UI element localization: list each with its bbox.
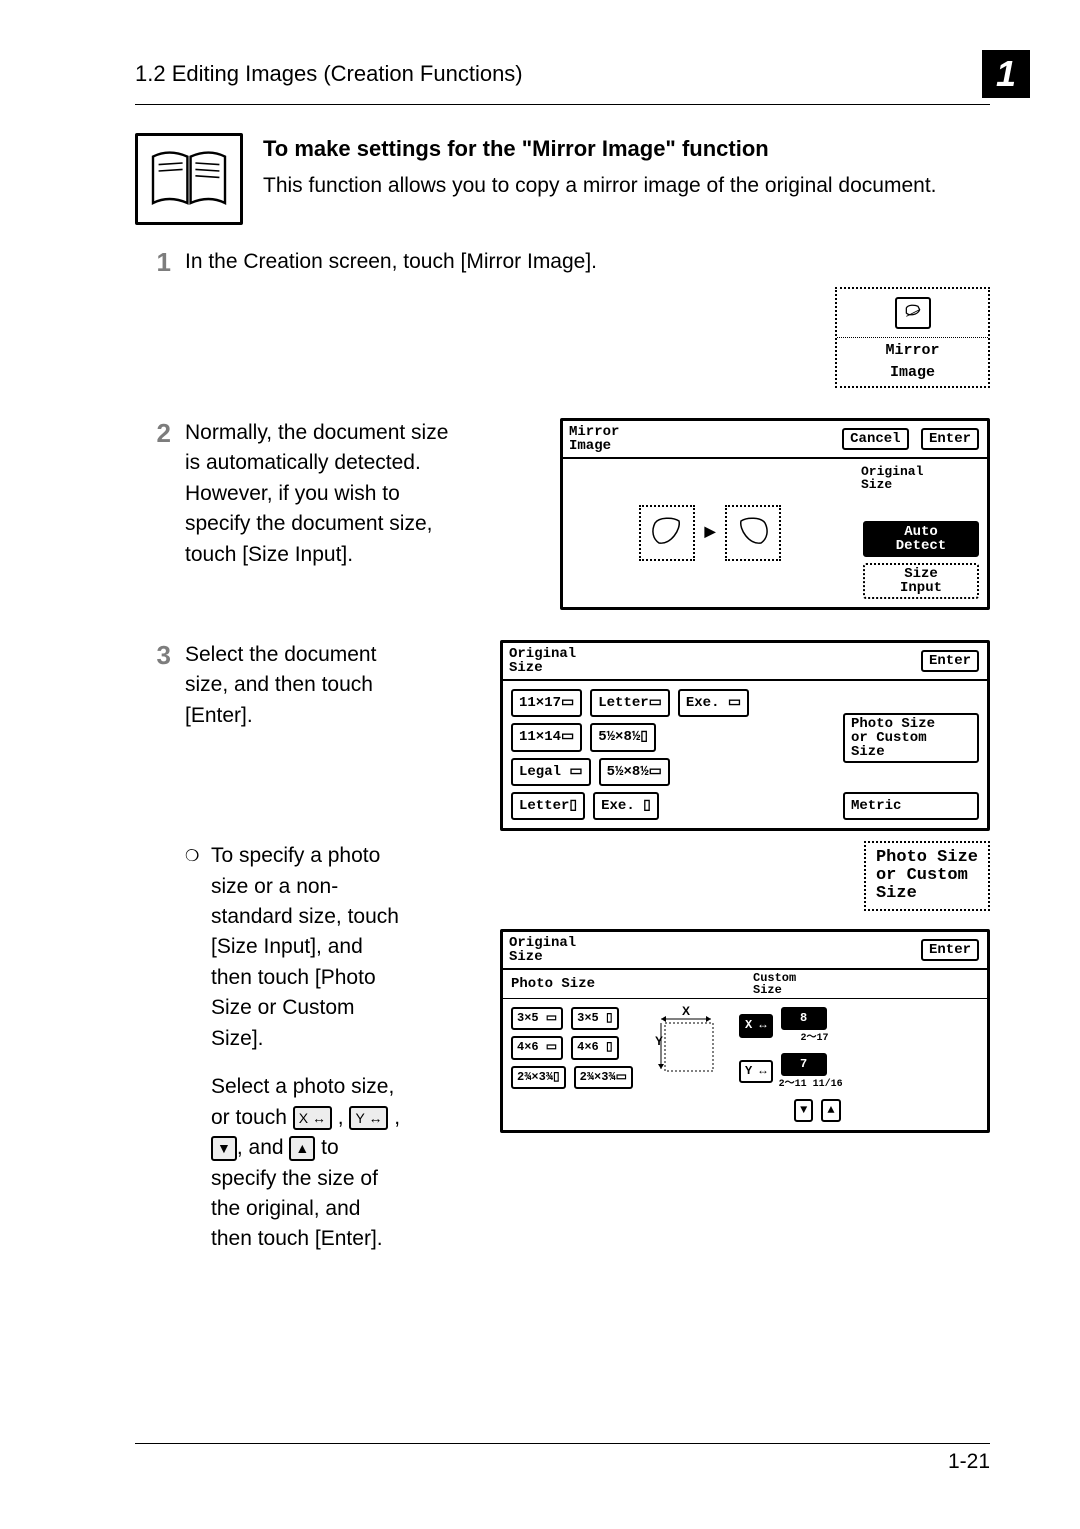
enter-button[interactable]: Enter: [921, 650, 979, 672]
custom-size-tab[interactable]: Custom Size: [745, 970, 987, 998]
x-value: 8: [781, 1007, 827, 1030]
section-description: This function allows you to copy a mirro…: [263, 171, 990, 201]
photo-size-button[interactable]: 3×5 ▯: [571, 1007, 618, 1030]
page-number: 1-21: [948, 1450, 990, 1473]
cancel-button[interactable]: Cancel: [842, 428, 908, 450]
decrement-button[interactable]: ▼: [794, 1099, 813, 1122]
enter-button[interactable]: Enter: [921, 939, 979, 961]
mirror-image-button-label: Mirror: [885, 342, 939, 359]
size-button[interactable]: Exe. ▯: [593, 792, 659, 820]
photo-size-tab[interactable]: Photo Size: [503, 970, 745, 998]
enter-button[interactable]: Enter: [921, 428, 979, 450]
section-heading: To make settings for the "Mirror Image" …: [263, 133, 990, 165]
mirror-icon: [895, 297, 931, 329]
metric-button[interactable]: Metric: [843, 792, 979, 820]
size-button[interactable]: Letter▯: [511, 792, 585, 820]
bullet-icon: ❍: [185, 841, 201, 1255]
size-button[interactable]: 5½×8½▯: [590, 723, 656, 751]
screen-title: Mirror Image: [569, 425, 619, 453]
y-value: 7: [781, 1053, 827, 1076]
mirrored-image-icon: [725, 505, 781, 561]
size-input-button[interactable]: Size Input: [863, 563, 979, 599]
original-image-icon: [639, 505, 695, 561]
photo-size-button[interactable]: 4×6 ▭: [511, 1036, 563, 1059]
photo-size-button[interactable]: 2¾×3¾▭: [574, 1066, 633, 1089]
photo-custom-button[interactable]: Photo Size or Custom Size: [843, 713, 979, 763]
chapter-number-badge: 1: [982, 50, 1030, 98]
y-adjust-icon: Y ↔: [349, 1106, 388, 1130]
size-button[interactable]: Legal ▭: [511, 758, 591, 786]
svg-text:X: X: [682, 1005, 690, 1018]
step-text: Normally, the document size is automatic…: [185, 418, 465, 610]
step-number: 2: [135, 418, 171, 610]
photo-size-button[interactable]: 3×5 ▭: [511, 1007, 563, 1030]
x-adjust-icon: X ↔: [293, 1106, 332, 1130]
photo-size-button[interactable]: 4×6 ▯: [571, 1036, 618, 1059]
photo-custom-standalone-button[interactable]: Photo Size or Custom Size: [864, 841, 990, 911]
book-icon: [135, 133, 243, 225]
sub-step-text: Select a photo size, or touch X ↔ , Y ↔ …: [211, 1072, 406, 1255]
photo-size-button[interactable]: 2¾×3¾▯: [511, 1066, 566, 1089]
down-icon: ▼: [211, 1136, 237, 1160]
step-number: 3: [135, 640, 171, 1255]
sub-step-text: To specify a photo size or a non-standar…: [211, 841, 406, 1054]
up-icon: ▲: [289, 1136, 315, 1160]
auto-detect-button[interactable]: Auto Detect: [863, 521, 979, 557]
size-button[interactable]: Exe. ▭: [678, 689, 749, 717]
y-adjust-button[interactable]: Y ↔: [739, 1060, 773, 1083]
step-text: In the Creation screen, touch [Mirror Im…: [185, 247, 990, 277]
size-button[interactable]: 5½×8½▭: [599, 758, 670, 786]
mirror-image-button-label2: Image: [890, 364, 935, 381]
step-number: 1: [135, 247, 171, 388]
step-text: Select the document size, and then touch…: [185, 640, 380, 831]
x-adjust-button[interactable]: X ↔: [739, 1014, 773, 1037]
original-size-label: Original Size: [861, 465, 981, 491]
svg-text:Y: Y: [655, 1034, 663, 1048]
header-title: 1.2 Editing Images (Creation Functions): [135, 61, 523, 87]
size-button[interactable]: Letter▭: [590, 689, 670, 717]
screen-title: Original Size: [509, 647, 576, 675]
size-button[interactable]: 11×17▭: [511, 689, 582, 717]
screen-title: Original Size: [509, 936, 576, 964]
size-button[interactable]: 11×14▭: [511, 723, 582, 751]
increment-button[interactable]: ▲: [821, 1099, 840, 1122]
y-range: 2～11 11/16: [779, 1078, 843, 1093]
arrow-icon: ▶: [705, 523, 716, 543]
x-range: 2～17: [779, 1032, 829, 1047]
